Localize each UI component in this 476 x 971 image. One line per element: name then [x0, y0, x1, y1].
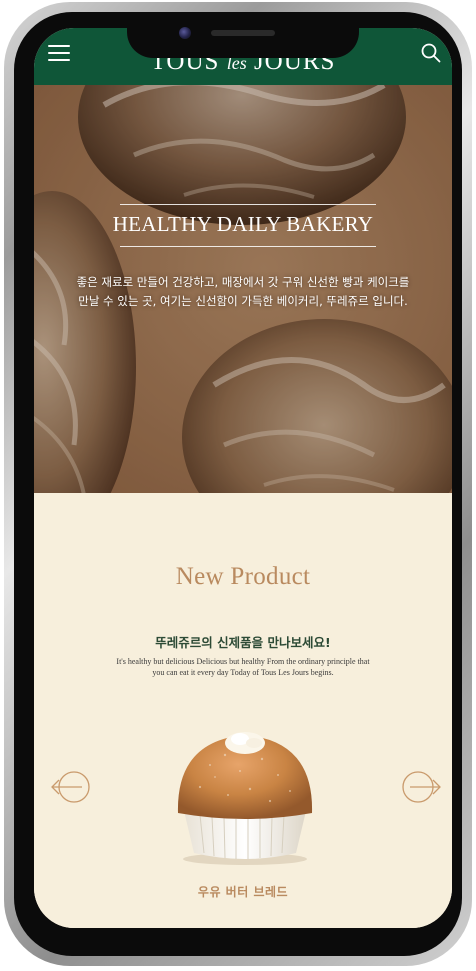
arrow-left-icon[interactable] — [50, 769, 92, 805]
section-subtitle: 뚜레쥬르의 신제품을 만나보세요! — [155, 635, 331, 650]
product-name[interactable]: 우유 버터 브레드 — [34, 883, 452, 900]
hero-banner: HEALTHY DAILY BAKERY 좋은 재료로 만들어 건강하고, 매장… — [34, 85, 452, 493]
phone-notch — [127, 22, 359, 58]
earpiece-speaker — [211, 30, 275, 36]
search-icon[interactable] — [420, 42, 442, 64]
phone-frame: TOUS les JOURS HEALTHY DAILY BAKERY 좋은 재… — [4, 2, 472, 966]
hero-bottom-divider — [120, 246, 376, 247]
product-image-milk-butter-bread[interactable] — [170, 725, 320, 867]
hero-title: HEALTHY DAILY BAKERY — [112, 212, 374, 236]
arrow-right-icon[interactable] — [400, 769, 442, 805]
section-description: It's healthy but delicious Delicious but… — [116, 657, 370, 677]
phone-screen: TOUS les JOURS HEALTHY DAILY BAKERY 좋은 재… — [34, 28, 452, 928]
hero-top-divider — [120, 204, 376, 205]
new-product-section: New Product 뚜레쥬르의 신제품을 만나보세요! It's healt… — [34, 493, 452, 928]
hamburger-menu-icon[interactable] — [48, 45, 70, 61]
hero-description: 좋은 재료로 만들어 건강하고, 매장에서 갓 구워 신선한 빵과 케이크를 만… — [76, 275, 410, 308]
front-camera — [179, 27, 191, 39]
section-title: New Product — [175, 563, 311, 590]
